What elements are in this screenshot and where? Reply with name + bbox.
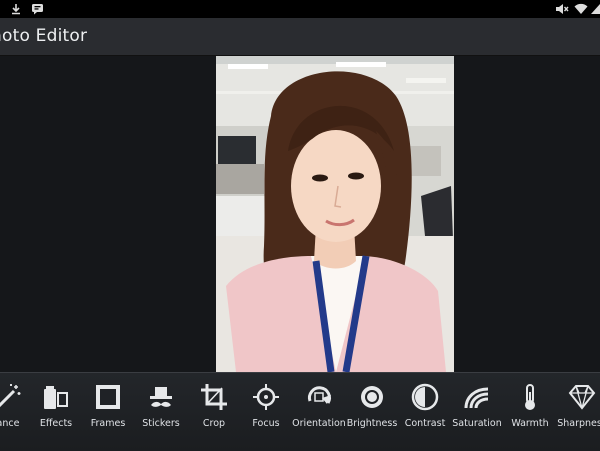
tool-sharpness[interactable]: Sharpness <box>552 381 600 443</box>
message-icon <box>31 0 44 18</box>
signal-icon <box>591 0 600 18</box>
diamond-icon <box>568 385 596 410</box>
tool-contrast[interactable]: Contrast <box>395 381 455 443</box>
tool-saturation[interactable]: Saturation <box>447 381 507 443</box>
sun-icon <box>361 386 383 408</box>
tool-frames[interactable]: Frames <box>78 381 138 443</box>
portrait-photo[interactable] <box>216 56 454 372</box>
tool-effects[interactable]: Effects <box>26 381 86 443</box>
tool-brightness[interactable]: Brightness <box>342 381 402 443</box>
tool-orientation[interactable]: Orientation <box>289 381 349 443</box>
download-icon <box>10 0 22 18</box>
saturation-icon <box>464 387 489 409</box>
editing-toolbar: ance Effects Frames Stickers Crop <box>0 372 600 451</box>
frame-icon <box>96 385 120 409</box>
thermometer-icon <box>525 384 535 410</box>
contrast-icon <box>411 383 439 411</box>
app-title: hoto Editor <box>0 26 88 46</box>
wifi-icon <box>574 0 588 18</box>
tool-stickers[interactable]: Stickers <box>131 381 191 443</box>
rotate-icon <box>307 386 331 404</box>
status-bar <box>0 0 600 18</box>
effects-icon <box>44 386 68 409</box>
wand-icon <box>0 384 21 408</box>
crop-icon <box>201 384 227 410</box>
mute-icon <box>555 0 569 18</box>
app-title-bar: hoto Editor <box>0 18 600 56</box>
tool-crop[interactable]: Crop <box>184 381 244 443</box>
focus-icon <box>253 384 279 410</box>
tool-focus[interactable]: Focus <box>236 381 296 443</box>
tool-label: Sharpness <box>557 418 600 429</box>
hat-mustache-icon <box>150 387 172 407</box>
tool-warmth[interactable]: Warmth <box>500 381 560 443</box>
